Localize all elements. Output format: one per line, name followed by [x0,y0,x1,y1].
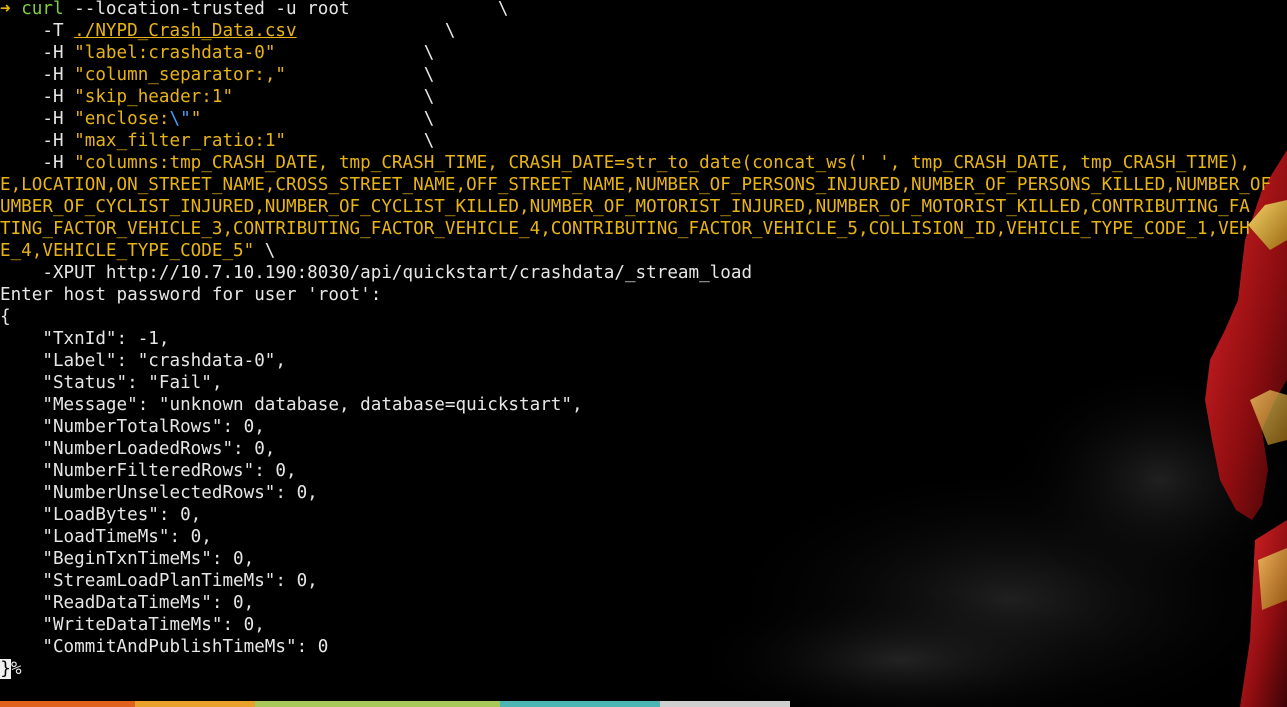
json-close-brace: } [0,659,11,679]
flag-h: -H [0,65,75,85]
terminal-cursor[interactable]: } [0,659,11,679]
prompt-arrow-icon: ➜ [0,0,11,19]
response-line: "BeginTxnTimeMs": 0, [0,549,255,569]
header-max-filter-ratio: "max_filter_ratio:1" [74,131,287,151]
command-line: -H "columns:tmp_CRASH_DATE, tmp_CRASH_TI… [0,152,1271,174]
line-continuation: \ [286,65,435,85]
command-line: -H "column_separator:," \ [0,64,1271,86]
flag-h: -H [0,153,75,173]
header-skip-header: "skip_header:1" [74,87,234,107]
statusbar-segment [0,701,135,707]
response-line: "NumberTotalRows": 0, [0,417,265,437]
command-line: -H "enclose:\"" \ [0,108,1271,130]
flag-t: -T [0,21,75,41]
header-columns-wrap: E_4,VEHICLE_TYPE_CODE_5" [0,241,255,261]
file-path: ./NYPD_Crash_Data.csv [74,21,297,41]
header-columns-wrap: E,LOCATION,ON_STREET_NAME,CROSS_STREET_N… [0,175,1272,195]
line-continuation: \ [201,109,435,129]
json-close-line: }% [0,658,1271,680]
header-columns: "columns:tmp_CRASH_DATE, tmp_CRASH_TIME,… [74,153,1250,173]
eol-marker: % [11,659,22,679]
terminal-window[interactable]: ➜ curl --location-trusted -u root \ -T .… [0,0,1287,707]
response-line: "Status": "Fail", [0,373,223,393]
response-line: "NumberFilteredRows": 0, [0,461,297,481]
command-name: curl [21,0,64,19]
response-body: "TxnId": -1, "Label": "crashdata-0", "St… [0,328,1271,658]
response-line: "NumberUnselectedRows": 0, [0,483,318,503]
line-continuation: \ [275,43,435,63]
response-line: "LoadBytes": 0, [0,505,202,525]
command-line: -T ./NYPD_Crash_Data.csv \ [0,20,1271,42]
escaped-quote: \" [169,109,191,129]
password-prompt: Enter host password for user 'root': [0,285,382,305]
flag-h: -H [0,109,75,129]
statusbar-segment [255,701,500,707]
header-columns-wrap: TING_FACTOR_VEHICLE_3,CONTRIBUTING_FACTO… [0,219,1250,239]
line-continuation: \ [233,87,435,107]
statusbar-segment [135,701,255,707]
command-line-wrapped: E,LOCATION,ON_STREET_NAME,CROSS_STREET_N… [0,174,1271,196]
header-enclose-end: " [190,109,202,129]
json-open-brace: { [0,307,11,327]
response-line: "Label": "crashdata-0", [0,351,286,371]
flag-h: -H [0,43,75,63]
command-line: -XPUT http://10.7.10.190:8030/api/quicks… [0,262,1271,284]
prompt-statusbar [0,701,790,707]
flag-h: -H [0,131,75,151]
command-line: -H "label:crashdata-0" \ [0,42,1271,64]
response-line: "StreamLoadPlanTimeMs": 0, [0,571,318,591]
response-line: "Message": "unknown database, database=q… [0,395,583,415]
response-line: "ReadDataTimeMs": 0, [0,593,255,613]
header-columns-wrap: UMBER_OF_CYCLIST_INJURED,NUMBER_OF_CYCLI… [0,197,1250,217]
command-args: --location-trusted -u root [63,0,350,19]
command-line: ➜ curl --location-trusted -u root \ [0,0,1271,20]
command-line-wrapped: UMBER_OF_CYCLIST_INJURED,NUMBER_OF_CYCLI… [0,196,1271,218]
response-line: "NumberLoadedRows": 0, [0,439,276,459]
flag-h: -H [0,87,75,107]
command-line-wrapped: TING_FACTOR_VEHICLE_3,CONTRIBUTING_FACTO… [0,218,1271,240]
header-column-separator: "column_separator:," [74,65,287,85]
line-continuation: \ [349,0,509,19]
command-line: -H "skip_header:1" \ [0,86,1271,108]
command-line-wrapped: E_4,VEHICLE_TYPE_CODE_5" \ [0,240,1271,262]
response-line: "CommitAndPublishTimeMs": 0 [0,637,329,657]
line-continuation: \ [254,241,276,261]
statusbar-segment [500,701,660,707]
header-label: "label:crashdata-0" [74,43,276,63]
response-line: "TxnId": -1, [0,329,170,349]
statusbar-segment [660,701,790,707]
line-continuation: \ [296,21,456,41]
response-line: "WriteDataTimeMs": 0, [0,615,265,635]
response-line: "LoadTimeMs": 0, [0,527,212,547]
command-line: -H "max_filter_ratio:1" \ [0,130,1271,152]
header-enclose: "enclose: [74,109,170,129]
line-continuation: \ [286,131,435,151]
xput-url: -XPUT http://10.7.10.190:8030/api/quicks… [0,263,753,283]
